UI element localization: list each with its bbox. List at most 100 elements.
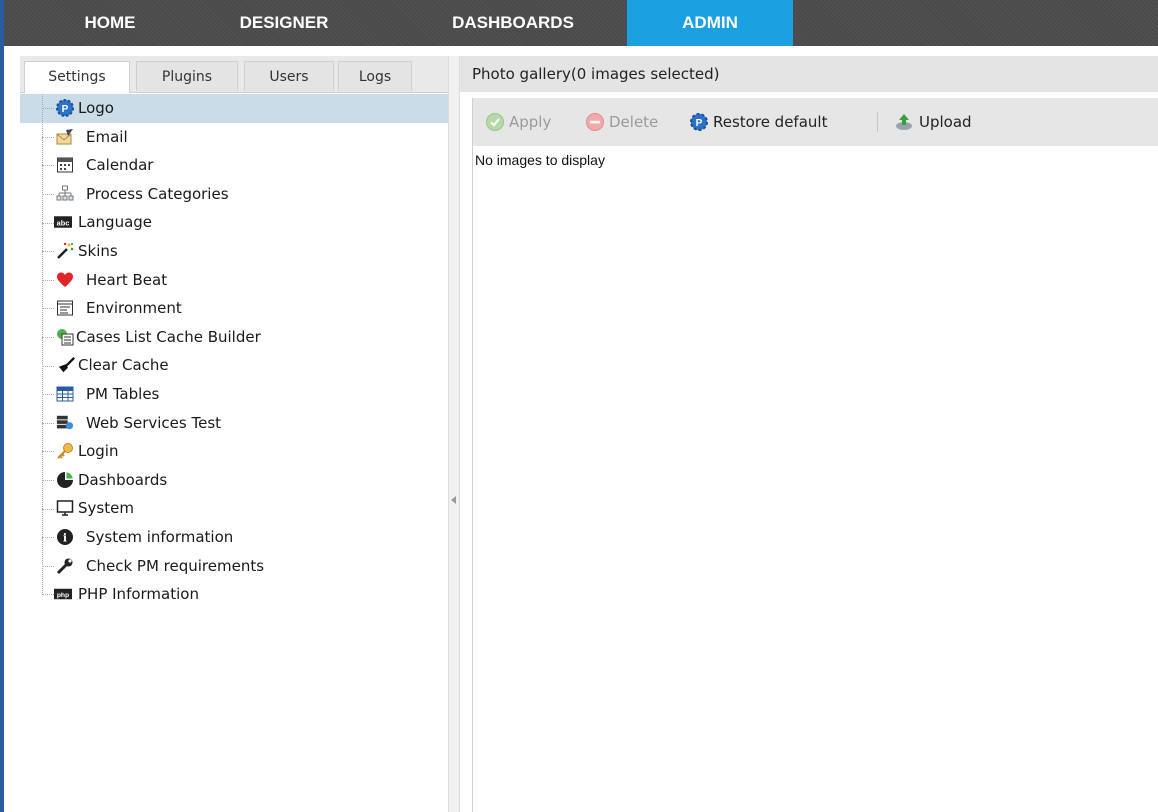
settings-panel: Settings Plugins Users Logs P Logo Email Ca…: [20, 56, 449, 812]
tree-item-clear-cache[interactable]: Clear Cache: [20, 351, 448, 380]
upload-button[interactable]: Upload: [893, 110, 972, 134]
gallery-body: Apply Delete P Restore default Upload No…: [472, 98, 1158, 812]
process-categories-icon: [56, 185, 74, 203]
table-icon: [56, 385, 74, 403]
tree-item-environment[interactable]: Environment: [20, 294, 448, 323]
tree-item-pm-tables[interactable]: PM Tables: [20, 380, 448, 409]
collapse-arrow-icon[interactable]: [451, 496, 456, 504]
tree-connector: [42, 308, 54, 310]
email-icon: [56, 128, 74, 146]
pm-logo-icon: P: [56, 99, 74, 117]
tree-item-php-information[interactable]: php PHP Information: [20, 580, 448, 609]
delete-button[interactable]: Delete: [585, 110, 658, 134]
tree-connector: [42, 165, 54, 167]
tree-connector: [42, 136, 54, 138]
tree-item-label: PHP Information: [78, 585, 199, 604]
svg-text:php: php: [57, 592, 69, 599]
top-nav: HOME DESIGNER DASHBOARDS ADMIN: [4, 0, 1158, 46]
tree-item-label: Logo: [78, 99, 114, 117]
tree-item-check-pm-requirements[interactable]: Check PM requirements: [20, 552, 448, 581]
abc-language-icon: abc: [54, 213, 72, 231]
tree-item-web-services-test[interactable]: Web Services Test: [20, 409, 448, 438]
tree-item-label: Login: [78, 442, 119, 461]
apply-button[interactable]: Apply: [485, 110, 551, 134]
wrench-icon: [56, 557, 74, 575]
svg-text:P: P: [696, 118, 703, 129]
panel-splitter[interactable]: [448, 56, 460, 812]
tree-connector: [42, 537, 54, 539]
svg-text:P: P: [62, 104, 69, 115]
tree-item-label: Calendar: [86, 156, 154, 175]
tree-item-label: Dashboards: [78, 470, 168, 489]
tree-item-cases-list-cache-builder[interactable]: Cases List Cache Builder: [20, 323, 448, 352]
tree-item-process-categories[interactable]: Process Categories: [20, 180, 448, 209]
tab-plugins[interactable]: Plugins: [136, 61, 238, 91]
tree-item-heart-beat[interactable]: Heart Beat: [20, 266, 448, 295]
tree-item-dashboards[interactable]: Dashboards: [20, 466, 448, 495]
gallery-toolbar: Apply Delete P Restore default Upload: [473, 98, 1158, 146]
tree-connector: [42, 594, 54, 596]
tree-connector: [42, 279, 54, 281]
tree-connector: [42, 394, 54, 396]
monitor-icon: [56, 499, 74, 517]
tab-logs[interactable]: Logs: [338, 61, 412, 91]
tree-item-label: Clear Cache: [78, 356, 169, 375]
restore-default-label: Restore default: [713, 113, 828, 131]
tree-guide-line: [42, 94, 43, 595]
tree-connector: [42, 365, 54, 367]
tab-settings[interactable]: Settings: [24, 61, 130, 93]
settings-tree: P Logo Email Calendar Process Categories abc L…: [20, 94, 448, 609]
tree-item-label: Skins: [78, 241, 118, 260]
empty-message: No images to display: [475, 152, 605, 168]
svg-text:i: i: [63, 531, 67, 544]
tree-item-email[interactable]: Email: [20, 123, 448, 152]
tree-connector: [42, 565, 54, 567]
dashboard-pie-icon: [56, 471, 74, 489]
tree-item-label: Email: [86, 127, 128, 146]
tree-connector: [42, 251, 54, 253]
broom-icon: [58, 356, 76, 374]
check-circle-icon: [486, 113, 504, 131]
environment-icon: [56, 299, 74, 317]
info-icon: i: [56, 528, 74, 546]
heart-icon: [56, 271, 74, 289]
tree-item-system[interactable]: System: [20, 494, 448, 523]
tree-connector: [42, 451, 54, 453]
tree-item-label: Environment: [86, 299, 182, 318]
tree-item-logo[interactable]: P Logo: [20, 94, 448, 123]
tab-users[interactable]: Users: [244, 61, 334, 91]
tree-item-label: Process Categories: [86, 184, 229, 203]
gallery-title: Photo gallery(0 images selected): [460, 56, 1158, 92]
app-window: HOME DESIGNER DASHBOARDS ADMIN Settings …: [0, 0, 1158, 812]
calendar-icon: [56, 156, 74, 174]
tree-item-label: PM Tables: [86, 384, 160, 403]
magic-wand-icon: [56, 242, 74, 260]
toolbar-separator: [877, 112, 878, 132]
upload-icon: [896, 114, 912, 130]
nav-tab-designer[interactable]: DESIGNER: [210, 0, 358, 46]
php-icon: php: [54, 585, 72, 603]
tree-item-label: Web Services Test: [86, 413, 222, 432]
tree-item-label: Cases List Cache Builder: [76, 327, 261, 346]
svg-text:abc: abc: [57, 219, 70, 228]
nav-tab-admin[interactable]: ADMIN: [627, 0, 793, 46]
delete-label: Delete: [609, 113, 659, 131]
restore-gear-icon: P: [690, 113, 708, 131]
upload-label: Upload: [919, 113, 972, 131]
tree-item-system-information[interactable]: i System information: [20, 523, 448, 552]
tree-item-language[interactable]: abc Language: [20, 208, 448, 237]
nav-tab-dashboards[interactable]: DASHBOARDS: [418, 0, 608, 46]
tree-item-label: Check PM requirements: [86, 556, 265, 575]
restore-default-button[interactable]: P Restore default: [689, 110, 827, 134]
settings-tabstrip: Settings Plugins Users Logs: [20, 56, 448, 93]
tree-item-calendar[interactable]: Calendar: [20, 151, 448, 180]
photo-gallery-panel: Photo gallery(0 images selected) Apply D…: [460, 56, 1158, 812]
tree-connector: [42, 194, 54, 196]
tree-item-label: System information: [86, 527, 234, 546]
web-services-icon: [56, 414, 74, 432]
nav-tab-home[interactable]: HOME: [50, 0, 170, 46]
tree-item-skins[interactable]: Skins: [20, 237, 448, 266]
key-icon: [56, 442, 74, 460]
tree-item-login[interactable]: Login: [20, 437, 448, 466]
tree-connector: [42, 108, 54, 110]
